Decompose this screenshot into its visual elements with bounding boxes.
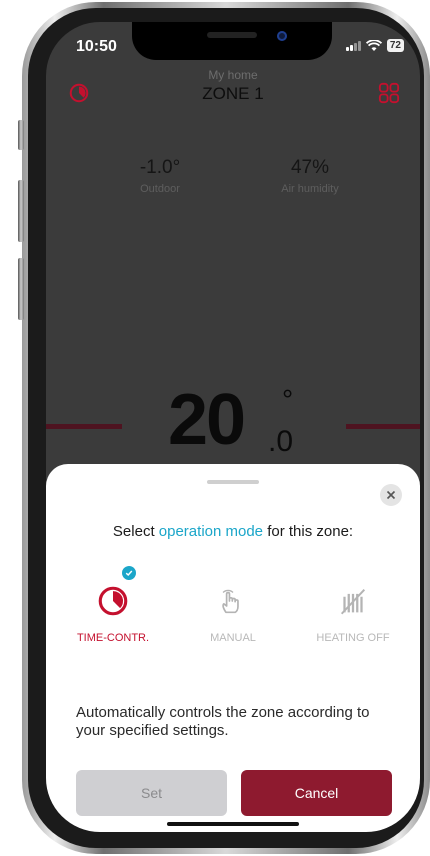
wifi-icon xyxy=(365,39,382,51)
humidity-value: 47% xyxy=(290,157,330,178)
front-camera xyxy=(277,31,287,41)
status-time: 10:50 xyxy=(76,38,117,55)
air-humidity: 47% Air humidity xyxy=(250,157,370,195)
close-icon xyxy=(386,490,396,500)
temperature-integer: 20 xyxy=(168,380,246,460)
mute-switch xyxy=(18,120,24,150)
drag-handle[interactable] xyxy=(207,480,259,484)
set-button[interactable]: Set xyxy=(76,770,227,816)
selected-check-icon xyxy=(122,566,136,580)
cancel-button[interactable]: Cancel xyxy=(241,770,392,816)
mode-label: MANUAL xyxy=(210,632,256,644)
status-icons: 72 xyxy=(345,39,404,52)
temperature-line-right xyxy=(346,424,420,429)
prompt-suffix: for this zone: xyxy=(263,523,354,540)
temperature-line-left xyxy=(46,424,122,429)
mode-time-control[interactable]: TIME-CONTR. xyxy=(58,566,168,644)
mode-label: TIME-CONTR. xyxy=(76,632,150,644)
close-button[interactable] xyxy=(380,484,402,506)
signal-icon xyxy=(345,40,361,51)
humidity-label: Air humidity xyxy=(281,183,339,195)
speaker xyxy=(207,32,257,38)
home-name: My home xyxy=(208,68,258,82)
mode-prompt: Select operation mode for this zone: xyxy=(46,523,420,540)
hand-pointer-icon xyxy=(222,589,239,614)
prompt-highlight[interactable]: operation mode xyxy=(159,523,263,540)
prompt-prefix: Select xyxy=(112,523,159,540)
volume-down-button xyxy=(18,258,24,320)
outdoor-label: Outdoor xyxy=(140,183,180,195)
outdoor-value: -1.0° xyxy=(139,157,181,178)
mode-label: HEATING OFF xyxy=(316,632,390,644)
heating-off-icon xyxy=(340,588,366,615)
volume-up-button xyxy=(18,180,24,242)
app-screen: 10:50 72 My home ZONE 1 -1.0° Outdoor 47… xyxy=(46,22,420,832)
mode-heating-off[interactable]: HEATING OFF xyxy=(298,584,408,644)
zone-title: ZONE 1 xyxy=(202,84,264,103)
mode-description: Automatically controls the zone accordin… xyxy=(76,704,370,739)
operation-mode-sheet: Select operation mode for this zone: TIM… xyxy=(46,464,420,832)
outdoor-temperature: -1.0° Outdoor xyxy=(100,157,220,195)
mode-manual[interactable]: MANUAL xyxy=(178,584,288,644)
home-indicator[interactable] xyxy=(167,822,299,826)
grid-icon[interactable] xyxy=(378,82,400,104)
temperature-unit: ° xyxy=(282,384,294,415)
timer-icon xyxy=(98,586,128,616)
notch xyxy=(132,22,332,60)
battery-indicator: 72 xyxy=(386,39,404,52)
temperature-decimal: .0 xyxy=(268,425,294,458)
